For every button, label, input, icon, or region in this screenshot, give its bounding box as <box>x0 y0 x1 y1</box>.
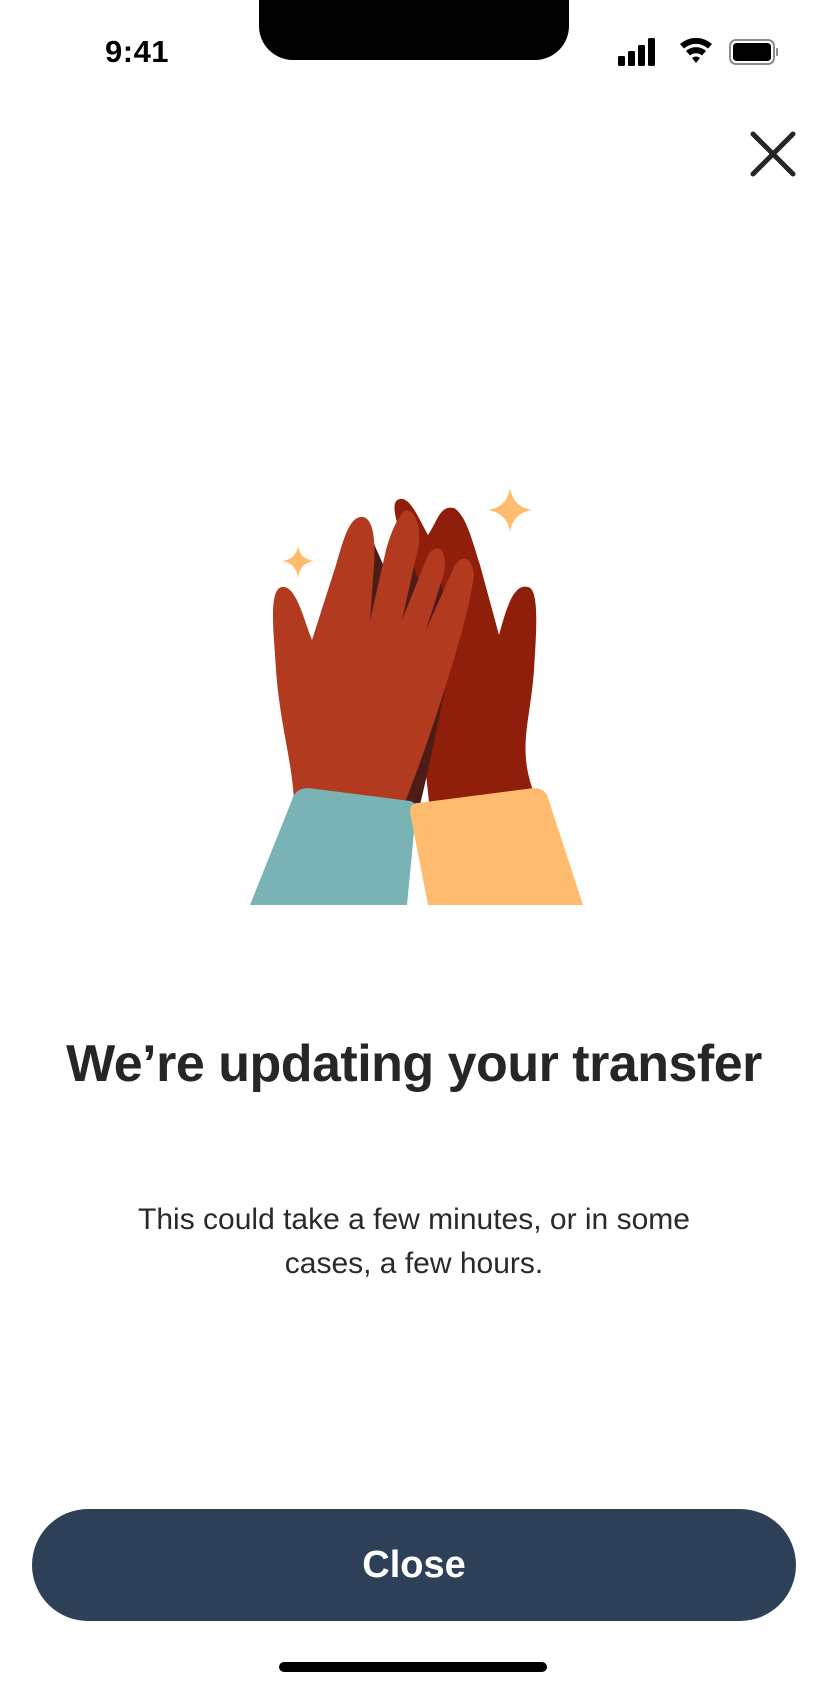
home-indicator <box>279 1662 547 1672</box>
wifi-icon <box>680 37 712 63</box>
battery-icon <box>729 39 778 65</box>
high-five-illustration <box>250 488 583 905</box>
status-time: 9:41 <box>105 34 170 69</box>
device-notch <box>259 0 569 60</box>
page-subtitle: This could take a few minutes, or in som… <box>138 1203 690 1280</box>
left-sleeve <box>250 788 417 905</box>
page-title: We’re updating your transfer <box>66 1035 762 1093</box>
right-sleeve <box>410 788 583 905</box>
status-bar: 9:41 <box>0 0 828 100</box>
close-icon[interactable] <box>747 128 799 180</box>
status-icons <box>618 37 778 66</box>
sparkle-icon <box>282 546 314 578</box>
cellular-signal-icon <box>618 38 655 66</box>
sparkle-icon <box>488 488 532 532</box>
close-button[interactable]: Close <box>32 1509 796 1621</box>
